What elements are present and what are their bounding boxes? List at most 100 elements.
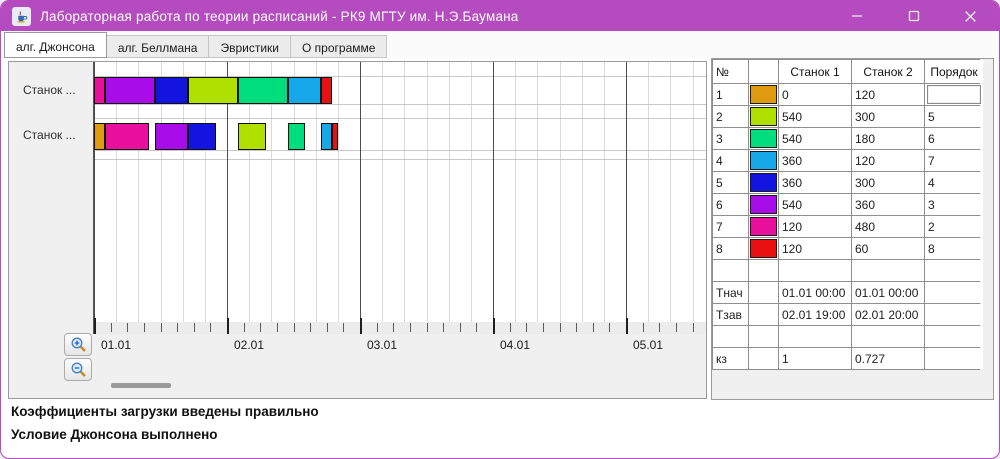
table-cell-order[interactable]: 8	[925, 238, 983, 259]
table-cell-num[interactable]: 7	[713, 216, 748, 237]
table-cell-color[interactable]	[749, 260, 778, 281]
table-cell-color[interactable]	[749, 128, 778, 149]
table-cell-color[interactable]	[749, 172, 778, 193]
table-cell-order[interactable]: 2	[925, 216, 983, 237]
table-cell-num[interactable]: 4	[713, 150, 748, 171]
table-cell-order[interactable]	[925, 282, 983, 303]
gantt-bar-machine-1	[321, 76, 333, 104]
table-cell-color[interactable]	[749, 84, 778, 105]
table-cell-color[interactable]	[749, 326, 778, 347]
axis-tick-minor	[127, 323, 129, 332]
table-cell-machine2[interactable]: 480	[852, 216, 924, 237]
table-cell-machine2[interactable]	[852, 260, 924, 281]
table-cell-machine1[interactable]: 120	[779, 238, 851, 259]
task-table-panel: № Станок 1 Станок 2 Порядок 1 0 120 2 540 300 5 3 54…	[711, 58, 994, 400]
table-cell-num[interactable]: 2	[713, 106, 748, 127]
axis-tick-minor	[542, 323, 544, 332]
table-cell-machine2[interactable]	[852, 326, 924, 347]
table-cell-order[interactable]: 5	[925, 106, 983, 127]
table-header-color	[749, 60, 778, 83]
table-cell-order[interactable]	[925, 84, 983, 105]
table-cell-machine2[interactable]: 0.727	[852, 348, 924, 369]
table-cell-machine2[interactable]: 300	[852, 172, 924, 193]
table-header-order: Порядок	[925, 60, 983, 83]
axis-tick-minor	[509, 323, 511, 332]
close-icon[interactable]	[942, 1, 999, 31]
table-cell-machine2[interactable]: 02.01 20:00	[852, 304, 924, 325]
table-cell-machine2[interactable]: 60	[852, 238, 924, 259]
table-cell-order[interactable]: 4	[925, 172, 983, 193]
table-cell-machine1[interactable]: 540	[779, 128, 851, 149]
table-cell-order[interactable]: 3	[925, 194, 983, 215]
table-cell-machine2[interactable]: 120	[852, 84, 924, 105]
horizontal-scrollbar-thumb[interactable]	[111, 383, 171, 388]
table-cell-num[interactable]: 5	[713, 172, 748, 193]
table-cell-color[interactable]	[749, 348, 778, 369]
table-cell-machine2[interactable]: 180	[852, 128, 924, 149]
table-cell-color[interactable]	[749, 238, 778, 259]
machine-2-label: Станок ...	[23, 128, 76, 142]
task-color-swatch	[750, 107, 777, 126]
table-cell-machine1[interactable]: 02.01 19:00	[779, 304, 851, 325]
table-cell-machine1[interactable]: 540	[779, 194, 851, 215]
zoom-in-button[interactable]	[64, 333, 92, 356]
order-cell-editor[interactable]	[927, 85, 981, 104]
tab-about[interactable]: О программе	[291, 35, 388, 58]
table-cell-machine1[interactable]	[779, 326, 851, 347]
table-cell-machine1[interactable]: 1	[779, 348, 851, 369]
gridline-minor	[603, 62, 605, 322]
table-cell-color[interactable]	[749, 106, 778, 127]
gridline-minor	[515, 62, 517, 322]
table-cell-order[interactable]: 6	[925, 128, 983, 149]
table-cell-machine2[interactable]: 360	[852, 194, 924, 215]
table-cell-num[interactable]: 3	[713, 128, 748, 149]
gantt-bar-machine-1	[105, 76, 155, 104]
table-cell-order[interactable]: 7	[925, 150, 983, 171]
table-cell-num[interactable]: 1	[713, 84, 748, 105]
table-cell-color[interactable]	[749, 304, 778, 325]
tab-bellman-algorithm[interactable]: алг. Беллмана	[106, 35, 210, 58]
tab-heuristics[interactable]: Эвристики	[209, 35, 291, 58]
minimize-icon[interactable]	[828, 1, 885, 31]
table-cell-machine1[interactable]	[779, 260, 851, 281]
table-cell-num[interactable]: 8	[713, 238, 748, 259]
table-cell-color[interactable]	[749, 150, 778, 171]
gantt-bar-machine-1	[287, 76, 322, 104]
axis-tick-minor	[692, 323, 694, 332]
table-cell-machine2[interactable]: 300	[852, 106, 924, 127]
axis-tick-minor	[376, 323, 378, 332]
axis-tick-minor	[476, 323, 478, 332]
table-cell-machine1[interactable]: 0	[779, 84, 851, 105]
gantt-bar-machine-1	[94, 76, 106, 104]
table-cell-machine2[interactable]: 01.01 00:00	[852, 282, 924, 303]
table-cell-num[interactable]	[713, 326, 748, 347]
table-cell-order[interactable]	[925, 304, 983, 325]
zoom-out-button[interactable]	[64, 358, 92, 381]
gridline-minor	[404, 62, 406, 322]
table-cell-machine1[interactable]: 120	[779, 216, 851, 237]
table-cell-num[interactable]	[713, 260, 748, 281]
axis-tick-minor	[310, 323, 312, 332]
table-cell-num[interactable]: кз	[713, 348, 748, 369]
table-cell-machine1[interactable]: 540	[779, 106, 851, 127]
axis-tick-minor	[642, 323, 644, 332]
titlebar: Лабораторная работа по теории расписаний…	[1, 1, 999, 31]
table-cell-color[interactable]	[749, 216, 778, 237]
table-cell-machine1[interactable]: 01.01 00:00	[779, 282, 851, 303]
tab-johnson-algorithm[interactable]: алг. Джонсона	[4, 32, 107, 58]
table-cell-order[interactable]	[925, 326, 983, 347]
status-line-coefficients: Коэффициенты загрузки введены правильно	[11, 404, 319, 419]
table-cell-num[interactable]: 6	[713, 194, 748, 215]
maximize-icon[interactable]	[885, 1, 942, 31]
table-cell-order[interactable]	[925, 260, 983, 281]
table-cell-machine1[interactable]: 360	[779, 172, 851, 193]
table-cell-color[interactable]	[749, 282, 778, 303]
table-cell-num[interactable]: Тнач	[713, 282, 748, 303]
table-cell-machine2[interactable]: 120	[852, 150, 924, 171]
table-cell-order[interactable]	[925, 348, 983, 369]
table-cell-num[interactable]: Тзав	[713, 304, 748, 325]
table-cell-color[interactable]	[749, 194, 778, 215]
axis-day-label: 05.01	[633, 338, 664, 352]
table-cell-machine1[interactable]: 360	[779, 150, 851, 171]
zoom-in-icon	[71, 337, 86, 352]
